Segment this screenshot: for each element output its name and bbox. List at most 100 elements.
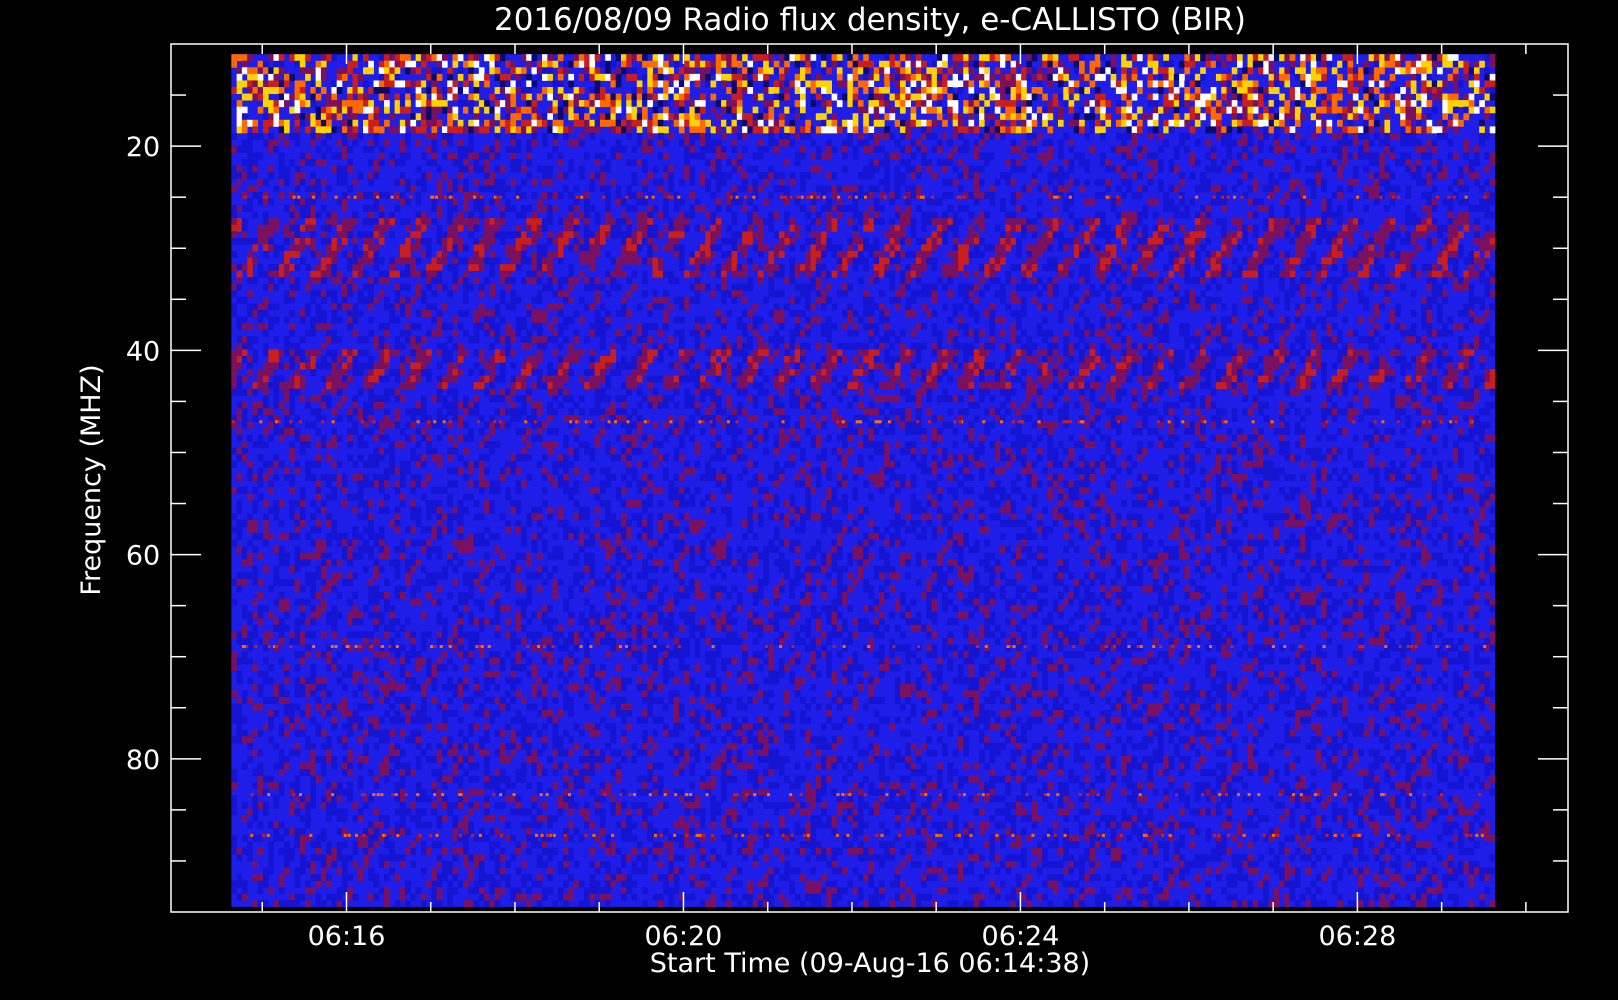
heatmap-cell	[884, 159, 890, 167]
heatmap-cell	[1147, 54, 1154, 62]
heatmap-cell	[731, 106, 738, 114]
heatmap-cell	[278, 172, 285, 180]
heatmap-cell	[347, 106, 353, 114]
heatmap-cell	[1363, 106, 1370, 114]
heatmap-cell	[1400, 67, 1406, 75]
heatmap-cell	[852, 211, 859, 219]
heatmap-cell	[1221, 87, 1227, 94]
heatmap-cell	[784, 159, 790, 167]
heatmap-cell	[1389, 146, 1396, 153]
heatmap-cell	[599, 185, 606, 193]
heatmap-cell	[1136, 277, 1143, 285]
heatmap-cell	[1294, 73, 1301, 81]
heatmap-cell	[347, 126, 353, 134]
heatmap-cell	[726, 126, 732, 134]
heatmap-cell	[1363, 113, 1370, 121]
heatmap-cell	[1158, 296, 1164, 304]
heatmap-cell	[615, 139, 622, 147]
heatmap-cell	[694, 224, 701, 232]
heatmap-cell	[889, 113, 896, 121]
heatmap-cell	[1479, 264, 1485, 272]
heatmap-cell	[884, 60, 890, 68]
heatmap-cell	[1389, 283, 1396, 291]
heatmap-cell	[547, 231, 553, 239]
heatmap-cell	[1200, 113, 1206, 121]
heatmap-cell	[1394, 100, 1401, 108]
heatmap-cell	[747, 237, 754, 245]
heatmap-cell	[526, 152, 532, 160]
heatmap-cell	[499, 178, 506, 186]
heatmap-cell	[1279, 93, 1285, 101]
heatmap-cell	[842, 290, 848, 298]
heatmap-cell	[942, 224, 948, 232]
heatmap-cell	[1473, 146, 1480, 153]
heatmap-cell	[973, 296, 980, 304]
heatmap-cell	[1310, 178, 1317, 186]
heatmap-cell	[320, 159, 327, 167]
heatmap-cell	[1447, 257, 1454, 265]
heatmap-cell	[968, 119, 975, 127]
heatmap-cell	[821, 264, 827, 272]
heatmap-cell	[473, 205, 480, 213]
heatmap-cell	[763, 296, 769, 304]
heatmap-cell	[836, 67, 843, 75]
heatmap-cell	[947, 106, 954, 114]
heatmap-cell	[436, 277, 443, 285]
heatmap-cell	[1300, 198, 1306, 206]
heatmap-cell	[1279, 224, 1285, 232]
heatmap-cell	[1389, 270, 1396, 278]
heatmap-cell	[1005, 224, 1012, 232]
heatmap-cell	[473, 73, 480, 81]
heatmap-cell	[341, 146, 348, 153]
heatmap-cell	[1484, 67, 1491, 75]
heatmap-cell	[1215, 54, 1222, 62]
heatmap-cell	[426, 80, 432, 88]
heatmap-cell	[510, 277, 517, 285]
heatmap-cell	[1094, 244, 1101, 252]
heatmap-cell	[1142, 113, 1148, 121]
heatmap-cell	[1315, 224, 1322, 232]
heatmap-cell	[984, 159, 990, 167]
heatmap-cell	[1489, 73, 1496, 81]
heatmap-cell	[994, 126, 1001, 134]
heatmap-cell	[778, 264, 785, 272]
heatmap-cell	[1263, 67, 1269, 75]
heatmap-cell	[310, 87, 317, 94]
heatmap-cell	[1152, 100, 1159, 108]
heatmap-cell	[905, 277, 911, 285]
heatmap-cell	[715, 159, 722, 167]
heatmap-cell	[884, 73, 890, 81]
heatmap-cell	[252, 211, 259, 219]
heatmap-cell	[352, 54, 359, 62]
heatmap-cell	[1410, 60, 1417, 68]
heatmap-cell	[884, 152, 890, 160]
heatmap-cell	[715, 224, 722, 232]
heatmap-cell	[1136, 87, 1143, 94]
heatmap-cell	[252, 191, 259, 199]
heatmap-cell	[926, 290, 933, 298]
heatmap-cell	[968, 113, 975, 121]
heatmap-cell	[452, 159, 459, 167]
heatmap-cell	[863, 172, 869, 180]
heatmap-cell	[299, 100, 306, 108]
heatmap-cell	[405, 119, 411, 127]
heatmap-cell	[241, 146, 248, 153]
heatmap-cell	[1052, 54, 1059, 62]
heatmap-cell	[794, 87, 801, 94]
heatmap-cell	[247, 67, 253, 75]
heatmap-cell	[884, 257, 890, 265]
heatmap-cell	[515, 139, 522, 147]
heatmap-cell	[1331, 146, 1338, 153]
heatmap-cell	[689, 211, 696, 219]
heatmap-cell	[699, 172, 706, 180]
heatmap-cell	[1300, 277, 1306, 285]
heatmap-cell	[573, 277, 580, 285]
heatmap-cell	[705, 250, 711, 258]
heatmap-cell	[326, 264, 332, 272]
heatmap-cell	[842, 152, 848, 160]
heatmap-cell	[763, 264, 769, 272]
heatmap-cell	[1105, 67, 1112, 75]
heatmap-cell	[547, 250, 553, 258]
heatmap-cell	[721, 146, 727, 153]
heatmap-cell	[668, 244, 675, 252]
